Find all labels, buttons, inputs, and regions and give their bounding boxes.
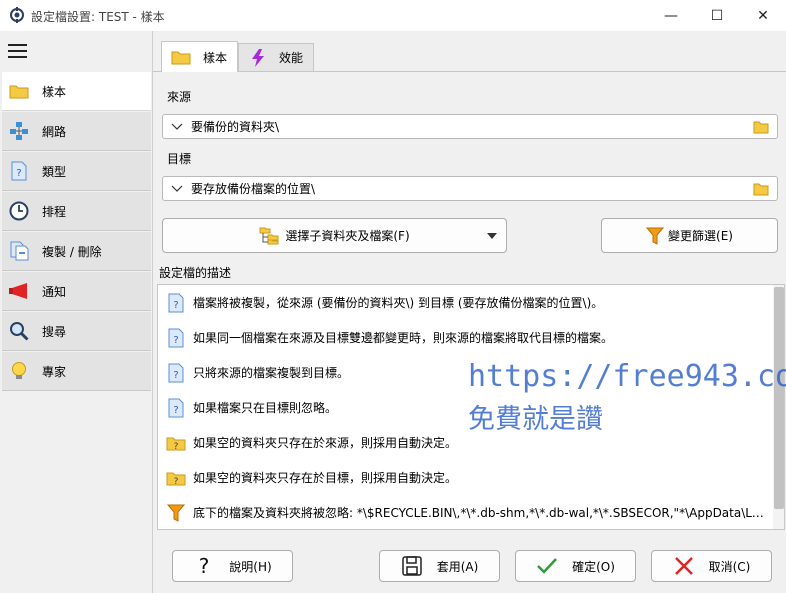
tab-performance[interactable]: 效能: [238, 43, 314, 71]
megaphone-icon: [8, 280, 30, 302]
question-doc-icon: ?: [165, 327, 187, 349]
svg-text:?: ?: [174, 442, 179, 451]
title-bar: 設定檔設置: TEST - 樣本 — ☐ ✕: [0, 0, 786, 31]
tab-sample[interactable]: 樣本: [161, 41, 238, 72]
apply-label: 套用(A): [436, 559, 479, 574]
folder-icon: [171, 49, 191, 65]
list-item: ? 如果檔案只在目標則忽略。: [158, 390, 770, 425]
sidebar-item-sample[interactable]: 樣本: [2, 72, 151, 111]
magnifier-icon: [8, 320, 30, 342]
cancel-label: 取消(C): [708, 559, 751, 574]
clock-icon: [8, 200, 30, 222]
window-title: 設定檔設置: TEST - 樣本: [31, 10, 165, 24]
sidebar-item-label: 樣本: [42, 84, 67, 99]
list-item: ? 如果同一個檔案在來源及目標雙邊都變更時，則來源的檔案將取代目標的檔案。: [158, 320, 770, 355]
change-filter-button[interactable]: 變更篩選(E): [601, 218, 778, 253]
watermark-url: https://free943.com: [468, 359, 786, 394]
sidebar-item-label: 排程: [42, 204, 67, 219]
sidebar-item-label: 網路: [42, 124, 67, 139]
filter-icon: [646, 227, 665, 245]
description-text: 如果同一個檔案在來源及目標雙邊都變更時，則來源的檔案將取代目標的檔案。: [193, 331, 614, 345]
description-text: 如果檔案只在目標則忽略。: [193, 401, 338, 415]
apply-button[interactable]: 套用(A): [379, 550, 500, 582]
chevron-down-icon[interactable]: [171, 121, 183, 133]
sidebar-item-expert[interactable]: 專家: [2, 352, 151, 391]
scrollbar-thumb[interactable]: [774, 287, 784, 509]
select-subfolders-label: 選擇子資料夾及檔案(F): [285, 229, 410, 243]
question-doc-icon: ?: [8, 160, 30, 182]
svg-text:?: ?: [16, 168, 21, 179]
list-item: ? 檔案將被複製，從來源 (要備份的資料夾\) 到目標 (要存放備份檔案的位置\…: [158, 285, 770, 320]
sidebar-item-label: 複製 / 刪除: [42, 244, 102, 259]
dropdown-arrow-icon[interactable]: [487, 233, 497, 239]
description-label: 設定檔的描述: [159, 266, 232, 280]
description-text: 如果空的資料夾只存在於來源，則採用自動決定。: [193, 436, 458, 450]
sidebar-item-network[interactable]: 網路: [2, 112, 151, 151]
hamburger-menu-icon[interactable]: [8, 43, 28, 59]
sidebar-item-label: 類型: [42, 164, 67, 179]
source-label: 來源: [167, 90, 192, 104]
maximize-button[interactable]: ☐: [694, 0, 740, 31]
destination-label: 目標: [167, 152, 192, 166]
description-text: 檔案將被複製，從來源 (要備份的資料夾\) 到目標 (要存放備份檔案的位置\)。: [193, 296, 604, 310]
network-icon: [8, 120, 30, 142]
cross-icon: [673, 555, 695, 577]
destination-path-text[interactable]: 要存放備份檔案的位置\: [191, 180, 753, 197]
change-filter-label: 變更篩選(E): [668, 229, 733, 243]
tab-label: 效能: [279, 51, 304, 65]
chevron-down-icon[interactable]: [171, 183, 183, 195]
description-text: 只將來源的檔案複製到目標。: [193, 366, 350, 380]
filter-icon: [165, 502, 187, 524]
question-folder-icon: ?: [165, 467, 187, 489]
sidebar-item-search[interactable]: 搜尋: [2, 312, 151, 351]
question-doc-icon: ?: [165, 292, 187, 314]
lightbulb-icon: [8, 360, 30, 382]
source-path-text[interactable]: 要備份的資料夾\: [191, 118, 753, 135]
folder-icon: [8, 80, 30, 102]
list-item: ? 如果空的資料夾只存在於來源，則採用自動決定。: [158, 425, 770, 460]
ok-label: 確定(O): [572, 559, 615, 574]
list-item: 底下的檔案及資料夾將被忽略: *\$RECYCLE.BIN\,*\*.db-sh…: [158, 495, 770, 529]
close-button[interactable]: ✕: [740, 0, 786, 31]
description-text: 底下的檔案及資料夾將被忽略: *\$RECYCLE.BIN\,*\*.db-sh…: [193, 506, 767, 520]
sidebar-item-notify[interactable]: 通知: [2, 272, 151, 311]
question-doc-icon: ?: [165, 397, 187, 419]
copy-doc-icon: [8, 240, 30, 262]
app-logo-icon: [9, 7, 25, 23]
question-doc-icon: ?: [165, 362, 187, 384]
save-disk-icon: [401, 555, 423, 577]
source-path-field[interactable]: 要備份的資料夾\: [162, 114, 778, 139]
help-label: 說明(H): [229, 559, 272, 574]
destination-path-field[interactable]: 要存放備份檔案的位置\: [162, 176, 778, 201]
help-button[interactable]: ? 說明(H): [172, 550, 293, 582]
svg-text:?: ?: [173, 300, 178, 311]
select-subfolders-button[interactable]: 選擇子資料夾及檔案(F): [162, 218, 507, 253]
list-item: ? 如果空的資料夾只存在於目標，則採用自動決定。: [158, 460, 770, 495]
description-text: 如果空的資料夾只存在於目標，則採用自動決定。: [193, 471, 458, 485]
question-folder-icon: ?: [165, 432, 187, 454]
svg-text:?: ?: [173, 335, 178, 346]
svg-text:?: ?: [173, 370, 178, 381]
sidebar-item-types[interactable]: ? 類型: [2, 152, 151, 191]
checkmark-icon: [536, 555, 558, 577]
svg-text:?: ?: [174, 477, 179, 486]
question-mark-icon: ?: [193, 555, 215, 577]
svg-text:?: ?: [199, 555, 210, 577]
watermark-slogan: 免費就是讚: [468, 404, 603, 435]
lightning-icon: [251, 48, 265, 67]
minimize-button[interactable]: —: [648, 0, 694, 31]
tab-divider: [153, 71, 786, 72]
cancel-button[interactable]: 取消(C): [651, 550, 772, 582]
browse-folder-icon[interactable]: [753, 182, 769, 196]
sidebar-item-copy-delete[interactable]: 複製 / 刪除: [2, 232, 151, 271]
sidebar-item-label: 通知: [42, 284, 67, 299]
svg-text:?: ?: [173, 405, 178, 416]
sidebar-item-schedule[interactable]: 排程: [2, 192, 151, 231]
ok-button[interactable]: 確定(O): [515, 550, 636, 582]
folder-tree-icon: [259, 227, 279, 245]
sidebar-item-label: 專家: [42, 364, 67, 379]
browse-folder-icon[interactable]: [753, 120, 769, 134]
tab-label: 樣本: [203, 50, 228, 65]
sidebar-item-label: 搜尋: [42, 324, 67, 339]
